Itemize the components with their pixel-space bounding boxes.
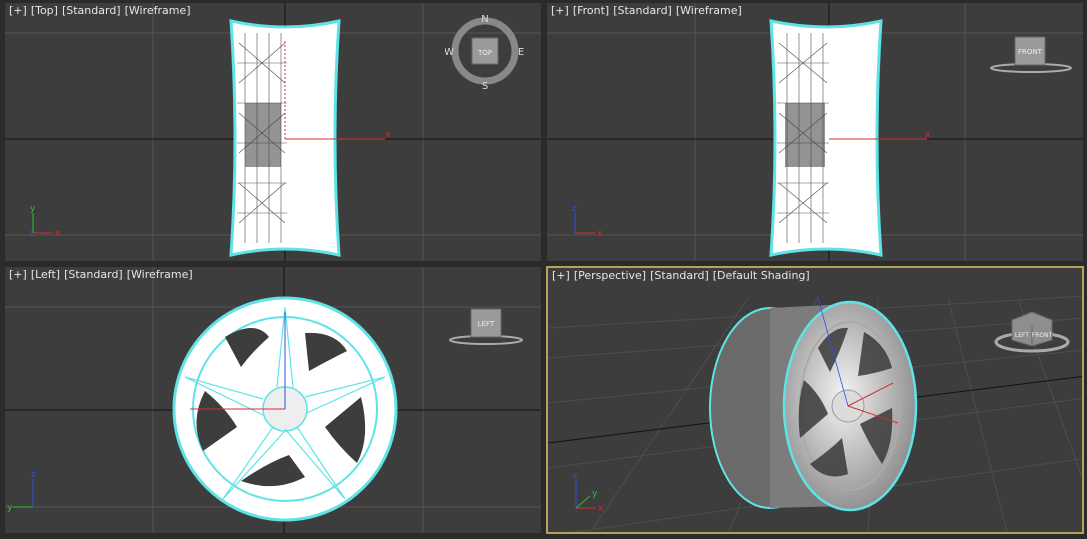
- viewcube-compass[interactable]: TOP N S E W: [445, 13, 525, 93]
- top-mode-menu[interactable]: [Standard]: [62, 4, 121, 17]
- front-mode-menu[interactable]: [Standard]: [613, 4, 672, 17]
- persp-axis-x: x: [598, 504, 604, 514]
- front-view-menu[interactable]: [Front]: [573, 4, 609, 17]
- perspective-viewport-label: [+] [Perspective] [Standard] [Default Shadi…: [552, 269, 814, 282]
- viewport-top[interactable]: x x y z [+] [Top] [Standard] [Wireframe] TO…: [4, 2, 542, 262]
- top-axis-z: z: [29, 229, 33, 238]
- viewcube-left-label: LEFT: [478, 320, 495, 328]
- front-axis-z: z: [572, 204, 577, 214]
- top-axis-x: x: [55, 229, 61, 239]
- compass-west: W: [445, 47, 454, 58]
- front-plus-menu[interactable]: [+]: [551, 4, 569, 17]
- top-axis-y: y: [30, 204, 36, 214]
- compass-south: S: [482, 81, 488, 92]
- viewcube-front-label: FRONT: [1018, 48, 1043, 56]
- top-plus-menu[interactable]: [+]: [9, 4, 27, 17]
- top-shading-menu[interactable]: [Wireframe]: [125, 4, 191, 17]
- left-plus-menu[interactable]: [+]: [9, 268, 27, 281]
- front-viewport-label: [+] [Front] [Standard] [Wireframe]: [551, 4, 746, 17]
- left-mode-menu[interactable]: [Standard]: [64, 268, 123, 281]
- left-viewport-label: [+] [Left] [Standard] [Wireframe]: [9, 268, 197, 281]
- persp-shading-menu[interactable]: [Default Shading]: [713, 269, 810, 282]
- top-view-menu[interactable]: [Top]: [31, 4, 58, 17]
- persp-axis-z: z: [573, 471, 578, 481]
- viewcube-left[interactable]: LEFT: [445, 305, 535, 350]
- viewport-left[interactable]: y z [+] [Left] [Standard] [Wireframe] LEFT: [4, 266, 542, 534]
- viewcube-front[interactable]: FRONT: [987, 33, 1077, 78]
- front-shading-menu[interactable]: [Wireframe]: [676, 4, 742, 17]
- viewport-perspective[interactable]: x y z [+] [Perspective] [Standard] [Default…: [546, 266, 1084, 534]
- compass-east: E: [518, 47, 524, 58]
- left-axis-y: y: [7, 503, 13, 513]
- front-gizmo-x-label: x: [925, 130, 931, 140]
- viewcube-persp-front-label: FRONT: [1032, 332, 1053, 339]
- persp-plus-menu[interactable]: [+]: [552, 269, 570, 282]
- persp-axis-y: y: [592, 489, 598, 499]
- left-shading-menu[interactable]: [Wireframe]: [127, 268, 193, 281]
- front-axis-x: x: [597, 229, 603, 239]
- left-axis-z: z: [31, 470, 36, 480]
- viewcube-persp-left-label: LEFT: [1015, 332, 1029, 339]
- persp-mode-menu[interactable]: [Standard]: [650, 269, 709, 282]
- viewcube-top-label: TOP: [477, 49, 492, 57]
- viewport-front[interactable]: x x z [+] [Front] [Standard] [Wireframe] FR…: [546, 2, 1084, 262]
- viewcube-perspective[interactable]: LEFT FRONT: [992, 302, 1072, 356]
- left-view-menu[interactable]: [Left]: [31, 268, 60, 281]
- top-gizmo-x-label: x: [385, 130, 391, 140]
- top-viewport-label: [+] [Top] [Standard] [Wireframe]: [9, 4, 195, 17]
- compass-north: N: [481, 14, 488, 25]
- persp-view-menu[interactable]: [Perspective]: [574, 269, 646, 282]
